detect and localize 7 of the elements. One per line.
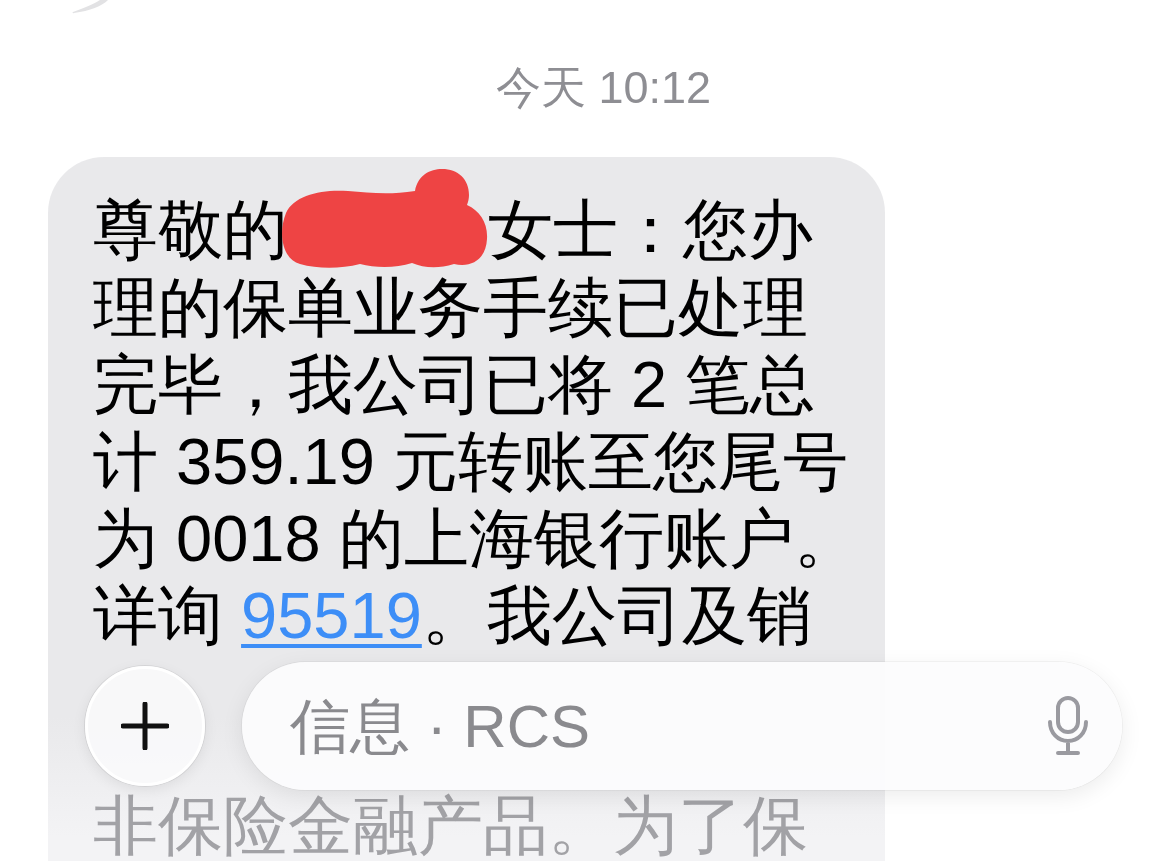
message-text: 非保险金融产品。为了保 bbox=[93, 793, 808, 859]
message-text: 尊敬的 女士：您办 理的保单业务手续已处理 完毕，我公司已将 2 笔总 计 359.19 元转账至您尾号 为 0018 的上海银行账户。 详询 95519。我公司及销 bbox=[93, 191, 859, 654]
microphone-icon[interactable] bbox=[1047, 696, 1089, 756]
plus-icon bbox=[121, 702, 169, 750]
phone-link[interactable]: 95519 bbox=[241, 579, 422, 652]
timestamp: 今天 10:12 bbox=[495, 62, 712, 114]
message-input[interactable]: 信息 · RCS bbox=[242, 662, 1122, 790]
